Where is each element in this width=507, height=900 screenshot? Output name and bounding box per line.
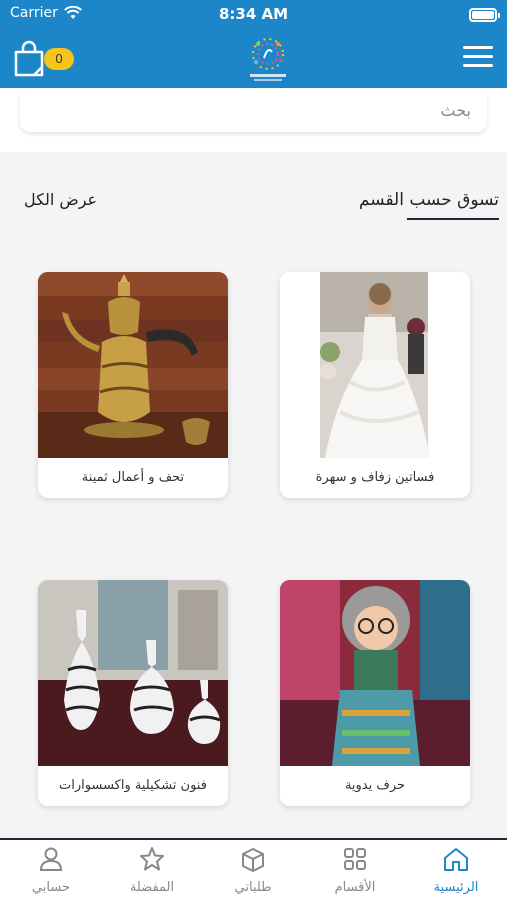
brand-logo (250, 38, 286, 81)
search-bar[interactable] (20, 88, 487, 132)
category-label: حرف يدوية (344, 778, 406, 793)
tab-label: الرئيسية (433, 880, 479, 895)
star-icon (140, 847, 164, 871)
tab-categories[interactable]: الأقسام (310, 846, 400, 895)
cart-count-badge: 0 (44, 48, 74, 70)
app-header: 0 (0, 30, 507, 88)
category-card[interactable]: حرف يدوية (280, 580, 470, 806)
section-title: تسوق حسب القسم (358, 190, 499, 210)
search-input[interactable] (36, 88, 471, 132)
grid-icon (344, 848, 366, 870)
section-title-underline (407, 218, 499, 220)
cart-button[interactable] (12, 40, 46, 78)
category-label: فساتين زفاف و سهرة (315, 470, 435, 485)
home-icon (444, 848, 468, 871)
tab-label: المفضلة (129, 880, 175, 895)
category-card[interactable]: فنون تشكيلية واكسسوارات (38, 580, 228, 806)
battery-icon (469, 8, 500, 22)
tab-label: الأقسام (334, 880, 376, 895)
tab-label: حسابي (31, 880, 71, 895)
menu-line (463, 64, 493, 67)
tab-orders[interactable]: طلباتي (208, 846, 298, 895)
category-label: تحف و أعمال ثمينة (81, 470, 185, 485)
category-card[interactable]: تحف و أعمال ثمينة (38, 272, 228, 498)
section-header: تسوق حسب القسم عرض الكل (0, 190, 507, 230)
tab-home[interactable]: الرئيسية (411, 846, 501, 895)
package-icon (242, 848, 264, 872)
tab-favorites[interactable]: المفضلة (107, 846, 197, 895)
user-icon (39, 847, 63, 871)
menu-line (463, 46, 493, 49)
view-all-link[interactable]: عرض الكل (24, 190, 97, 209)
tab-account[interactable]: حسابي (6, 846, 96, 895)
category-label: فنون تشكيلية واكسسوارات (59, 778, 207, 793)
category-image-antique-dallah (38, 272, 228, 458)
tab-label: طلباتي (234, 880, 272, 895)
category-image-vases (38, 580, 228, 766)
shopping-bag-icon (14, 40, 44, 77)
category-image-wedding-dress (280, 272, 470, 458)
clock: 8:34 AM (218, 5, 289, 23)
bottom-tab-bar: الرئيسية الأقسام طلباتي المفضلة حسابي (0, 838, 507, 900)
menu-button[interactable] (463, 46, 493, 68)
menu-line (463, 55, 493, 58)
category-card[interactable]: فساتين زفاف و سهرة (280, 272, 470, 498)
status-bar: Carrier 8:34 AM (0, 0, 507, 30)
category-image-handicraft-doll (280, 580, 470, 766)
